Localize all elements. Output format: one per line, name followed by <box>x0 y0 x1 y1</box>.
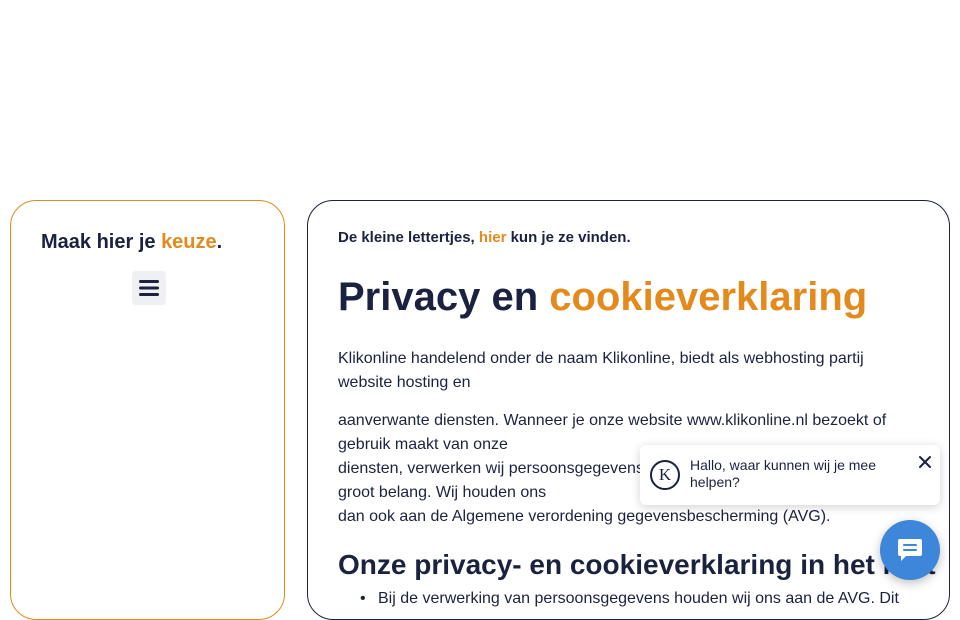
sidebar-title: Maak hier je keuze. <box>41 231 223 253</box>
fine-print-line: De kleine lettertjes, hier kun je ze vin… <box>338 229 631 246</box>
content-panel: De kleine lettertjes, hier kun je ze vin… <box>307 200 950 620</box>
chat-greeting-message: Hallo, waar kunnen wij je mee helpen? <box>690 457 876 490</box>
chat-greeting-popup[interactable]: K Hallo, waar kunnen wij je mee helpen? <box>640 445 940 505</box>
page-title: Privacy en cookieverklaring <box>338 275 868 319</box>
close-icon[interactable] <box>918 455 932 469</box>
list-item: Bij de verwerking van persoonsgegevens h… <box>360 587 899 611</box>
section-title: Onze privacy- en cookieverklaring in het… <box>338 549 936 580</box>
intro-paragraph: Klikonline handelend onder de naam Kliko… <box>338 350 864 391</box>
menu-toggle-button[interactable] <box>132 271 166 305</box>
chat-avatar: K <box>650 460 680 490</box>
hamburger-menu-icon <box>139 280 159 296</box>
chat-launcher-button[interactable] <box>880 520 940 580</box>
avatar-letter: K <box>658 465 672 484</box>
chat-bubble-icon <box>898 539 922 561</box>
sidebar-panel: Maak hier je keuze. <box>10 200 285 620</box>
fine-print-link[interactable]: hier <box>479 229 507 246</box>
